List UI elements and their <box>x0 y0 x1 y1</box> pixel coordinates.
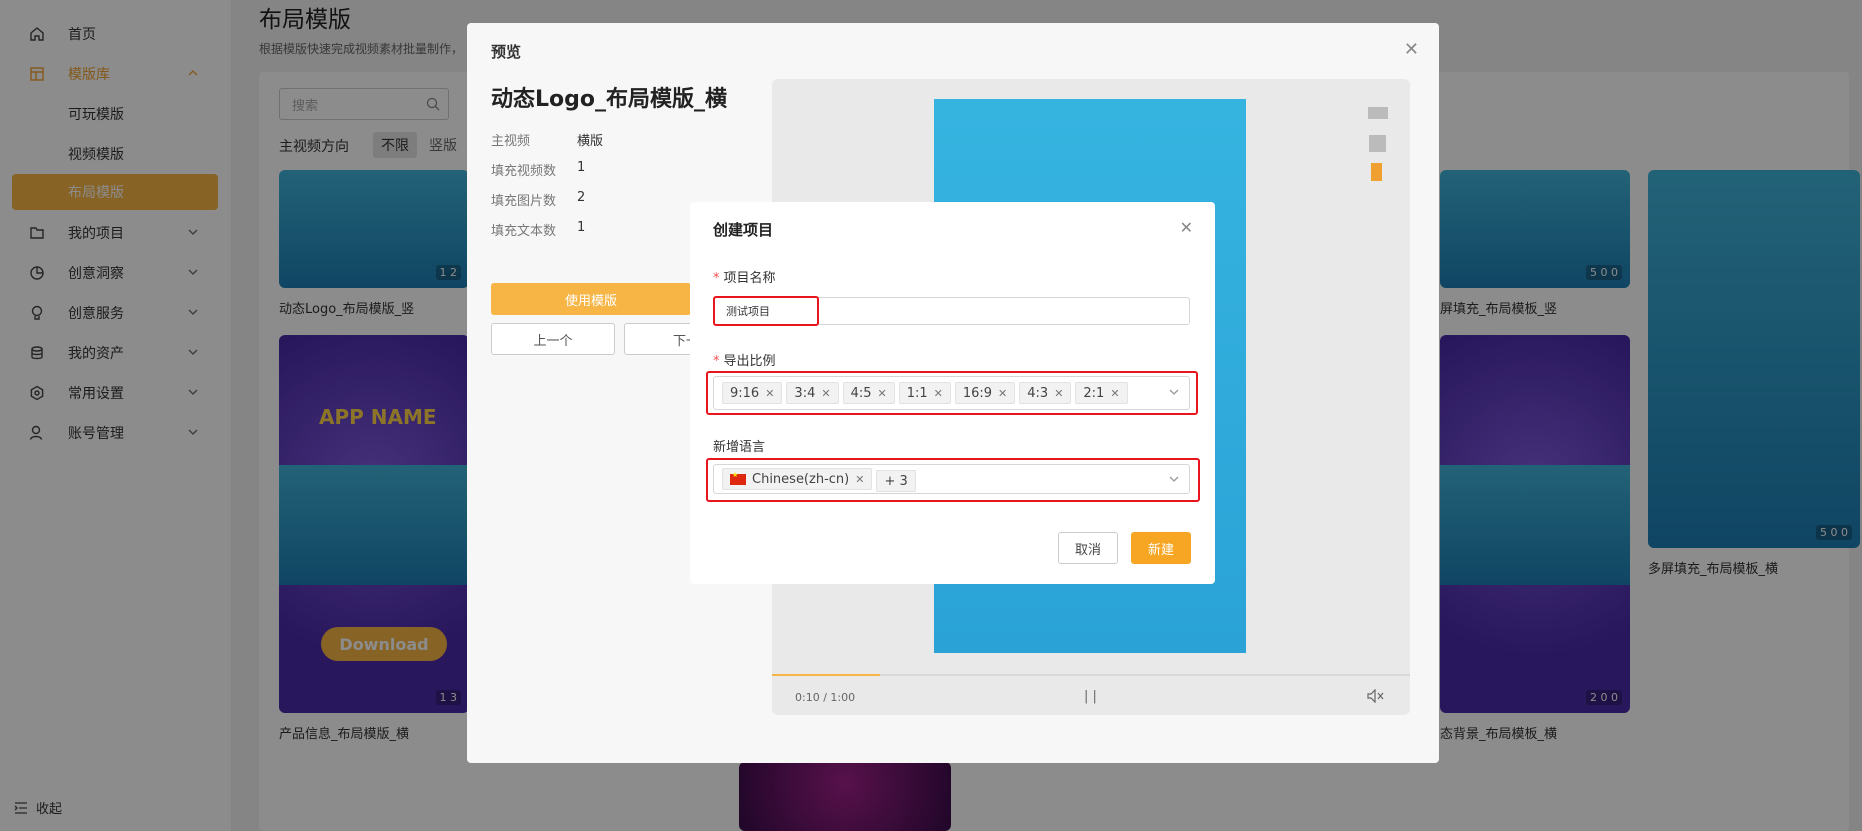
dialog-title: 创建项目 <box>713 221 774 239</box>
pause-button[interactable]: | | <box>1084 689 1097 704</box>
info-value: 2 <box>577 190 586 205</box>
mute-icon <box>1367 688 1384 704</box>
info-key: 填充文本数 <box>491 224 557 239</box>
new-language-label: 新增语言 <box>713 440 766 455</box>
preview-close-button[interactable]: ✕ <box>1404 39 1419 60</box>
dialog-close-button[interactable]: ✕ <box>1180 218 1193 237</box>
layout-vertical-icon[interactable] <box>1371 163 1382 181</box>
mute-button[interactable] <box>1367 688 1385 707</box>
video-progress-fill <box>772 674 881 676</box>
close-icon: ✕ <box>1403 39 1419 60</box>
close-icon: ✕ <box>1179 218 1193 237</box>
template-name: 动态Logo_布局模版_横 <box>491 87 727 112</box>
create-project-dialog: 创建项目 ✕ *项目名称 *导出比例 9:16✕3:4✕4:5✕1:1✕16:9… <box>690 202 1215 584</box>
info-key: 主视频 <box>491 134 531 149</box>
info-key: 填充图片数 <box>491 194 557 209</box>
export-ratio-label: * 导出比例 <box>713 354 776 369</box>
video-time: 0:10 / 1:00 <box>795 691 856 704</box>
create-button[interactable]: 新建 <box>1131 532 1191 564</box>
project-name-label: * 项目名称 <box>713 271 776 286</box>
highlight-box <box>706 458 1200 502</box>
info-value: 1 <box>577 220 586 235</box>
layout-square-icon[interactable] <box>1369 135 1386 152</box>
highlight-box <box>706 371 1198 415</box>
info-value: 1 <box>577 160 586 175</box>
layout-horizontal-icon[interactable] <box>1368 107 1388 119</box>
use-template-button[interactable]: 使用模版 <box>491 283 691 315</box>
pause-icon: | | <box>1084 689 1097 704</box>
cancel-button[interactable]: 取消 <box>1058 532 1118 564</box>
info-key: 填充视频数 <box>491 164 557 179</box>
video-progress-bar[interactable] <box>772 674 1410 676</box>
preview-title: 预览 <box>491 43 522 61</box>
info-value: 横版 <box>577 134 604 149</box>
highlight-box <box>713 296 819 326</box>
previous-button[interactable]: 上一个 <box>491 323 615 355</box>
